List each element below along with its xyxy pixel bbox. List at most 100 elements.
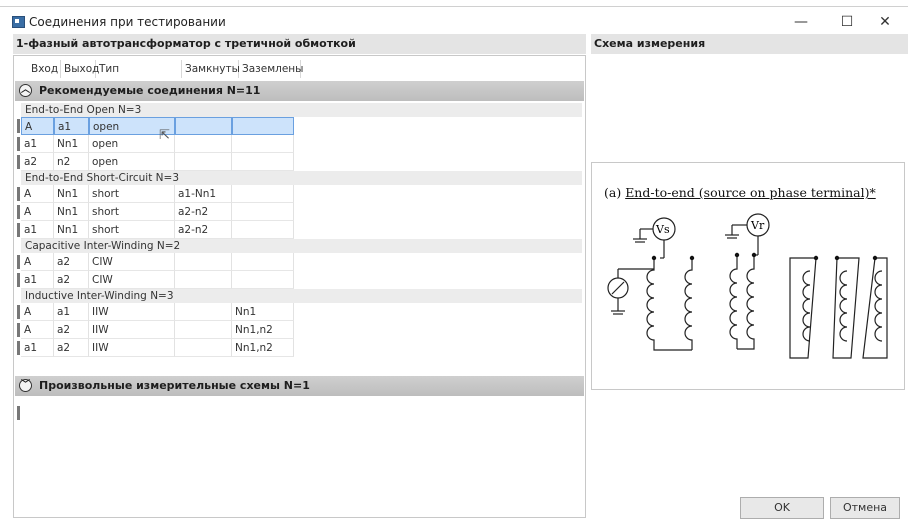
table-cell[interactable]: A (21, 303, 54, 321)
table-cell[interactable]: A (21, 185, 54, 203)
table-cell[interactable] (232, 271, 294, 289)
table-row[interactable]: A Nn1 short a2-n2 (17, 203, 582, 221)
row-marker (17, 406, 20, 420)
table-cell[interactable] (175, 117, 232, 135)
table-cell[interactable]: Nn1 (54, 203, 89, 221)
table-row[interactable]: A Nn1 short a1-Nn1 (17, 185, 582, 203)
row-marker (17, 187, 20, 201)
table-cell[interactable]: a1 (54, 303, 89, 321)
table-cell[interactable]: A (21, 117, 54, 135)
mouse-cursor-icon: ⇱ (159, 128, 170, 143)
table-cell[interactable]: a1 (54, 117, 89, 135)
table-row[interactable]: Aa2 IIW Nn1,n2 (17, 321, 582, 339)
table-cell[interactable]: A (21, 253, 54, 271)
table-cell[interactable]: Nn1 (54, 221, 89, 239)
table-cell[interactable]: a2-n2 (175, 221, 232, 239)
table-cell[interactable] (175, 271, 232, 289)
table-cell[interactable]: short (89, 185, 175, 203)
recommended-group-header[interactable]: ︿ Рекомендуемые соединения N=11 (15, 81, 584, 101)
table-cell[interactable]: CIW (89, 253, 175, 271)
table-cell[interactable]: a1 (21, 271, 54, 289)
table-cell[interactable]: Nn1 (232, 303, 294, 321)
table-cell[interactable]: short (89, 221, 175, 239)
table-row[interactable]: a1 a2 IIW Nn1,n2 (17, 339, 582, 357)
table-row[interactable]: Aa1 open (17, 117, 582, 135)
vs-label: Vs (655, 223, 670, 236)
table-cell[interactable]: a2 (54, 321, 89, 339)
ok-button[interactable]: OK (740, 497, 824, 519)
table-cell[interactable] (232, 135, 294, 153)
table-cell[interactable] (232, 221, 294, 239)
cancel-button[interactable]: Отмена (830, 497, 900, 519)
table-row[interactable]: Aa1 IIW Nn1 (17, 303, 582, 321)
table-cell[interactable]: IIW (89, 303, 175, 321)
table-cell[interactable] (232, 203, 294, 221)
table-cell[interactable]: a1 (21, 135, 54, 153)
table-cell[interactable]: CIW (89, 271, 175, 289)
minimize-button[interactable]: — (778, 7, 824, 37)
table-cell[interactable]: IIW (89, 339, 175, 357)
table-row[interactable]: a1 Nn1 open (17, 135, 582, 153)
table-cell[interactable]: short (89, 203, 175, 221)
row-marker (17, 255, 20, 269)
column-header-shorted[interactable]: Замкнуты (182, 60, 240, 78)
row-marker (17, 137, 20, 151)
table-cell[interactable]: n2 (54, 153, 89, 171)
app-icon (12, 16, 25, 28)
subgroup-header: Capacitive Inter-Winding N=2 (21, 239, 582, 253)
table-cell[interactable] (175, 321, 232, 339)
table-cell[interactable]: A (21, 321, 54, 339)
table-cell[interactable]: Nn1,n2 (232, 339, 294, 357)
table-cell[interactable]: a2 (54, 339, 89, 357)
column-header-output[interactable]: Выход (61, 60, 99, 78)
table-cell[interactable]: a2 (54, 271, 89, 289)
table-cell[interactable]: a2 (54, 253, 89, 271)
row-marker (17, 273, 20, 287)
transformer-type-header: 1-фазный автотрансформатор с третичной о… (13, 34, 586, 54)
recommended-group-label: Рекомендуемые соединения N=11 (39, 84, 261, 97)
column-header-measurement-type[interactable]: Тип измерения (96, 60, 182, 93)
chevron-down-icon[interactable]: ﹀ (19, 379, 32, 392)
table-cell[interactable]: a2-n2 (175, 203, 232, 221)
table-cell[interactable]: a2 (21, 153, 54, 171)
table-row[interactable]: a1 a2 CIW (17, 271, 582, 289)
table-cell[interactable] (232, 153, 294, 171)
table-row[interactable]: a2 n2 open (17, 153, 582, 171)
close-button[interactable]: ✕ (862, 7, 908, 37)
column-header-grounded[interactable]: Заземлены (239, 60, 303, 78)
table-cell[interactable]: IIW (89, 321, 175, 339)
table-cell[interactable]: Nn1,n2 (232, 321, 294, 339)
row-marker (17, 223, 20, 237)
row-marker (17, 155, 20, 169)
table-cell[interactable]: Nn1 (54, 185, 89, 203)
table-cell[interactable]: a1 (21, 339, 54, 357)
measurement-diagram: (a) End-to-end (source on phase terminal… (591, 162, 905, 390)
table-cell[interactable] (175, 135, 232, 153)
table-cell[interactable] (175, 339, 232, 357)
column-header-input[interactable]: Вход (28, 60, 61, 78)
measurement-diagram-header: Схема измерения (591, 34, 908, 54)
table-cell[interactable]: Nn1 (54, 135, 89, 153)
chevron-up-icon[interactable]: ︿ (19, 84, 32, 97)
title-bar: Соединения при тестировании — ☐ ✕ (0, 7, 908, 37)
table-cell[interactable] (232, 117, 294, 135)
custom-empty-row[interactable] (17, 404, 582, 422)
winding-schematic: Vs Vr (607, 213, 888, 359)
custom-group-header[interactable]: ﹀ Произвольные измерительные схемы N=1 (15, 376, 584, 396)
table-cell[interactable] (175, 303, 232, 321)
table-cell[interactable] (232, 185, 294, 203)
table-row[interactable]: Aa2 CIW (17, 253, 582, 271)
table-cell[interactable]: open (89, 153, 175, 171)
table-cell[interactable] (175, 253, 232, 271)
table-cell[interactable]: a1 (21, 221, 54, 239)
row-marker (17, 119, 20, 133)
subgroup-header: Inductive Inter-Winding N=3 (21, 289, 582, 303)
row-marker (17, 323, 20, 337)
table-cell[interactable]: A (21, 203, 54, 221)
table-row[interactable]: a1 Nn1 short a2-n2 (17, 221, 582, 239)
row-marker (17, 305, 20, 319)
table-cell[interactable] (232, 253, 294, 271)
table-cell[interactable]: a1-Nn1 (175, 185, 232, 203)
row-marker (17, 341, 20, 355)
table-cell[interactable] (175, 153, 232, 171)
